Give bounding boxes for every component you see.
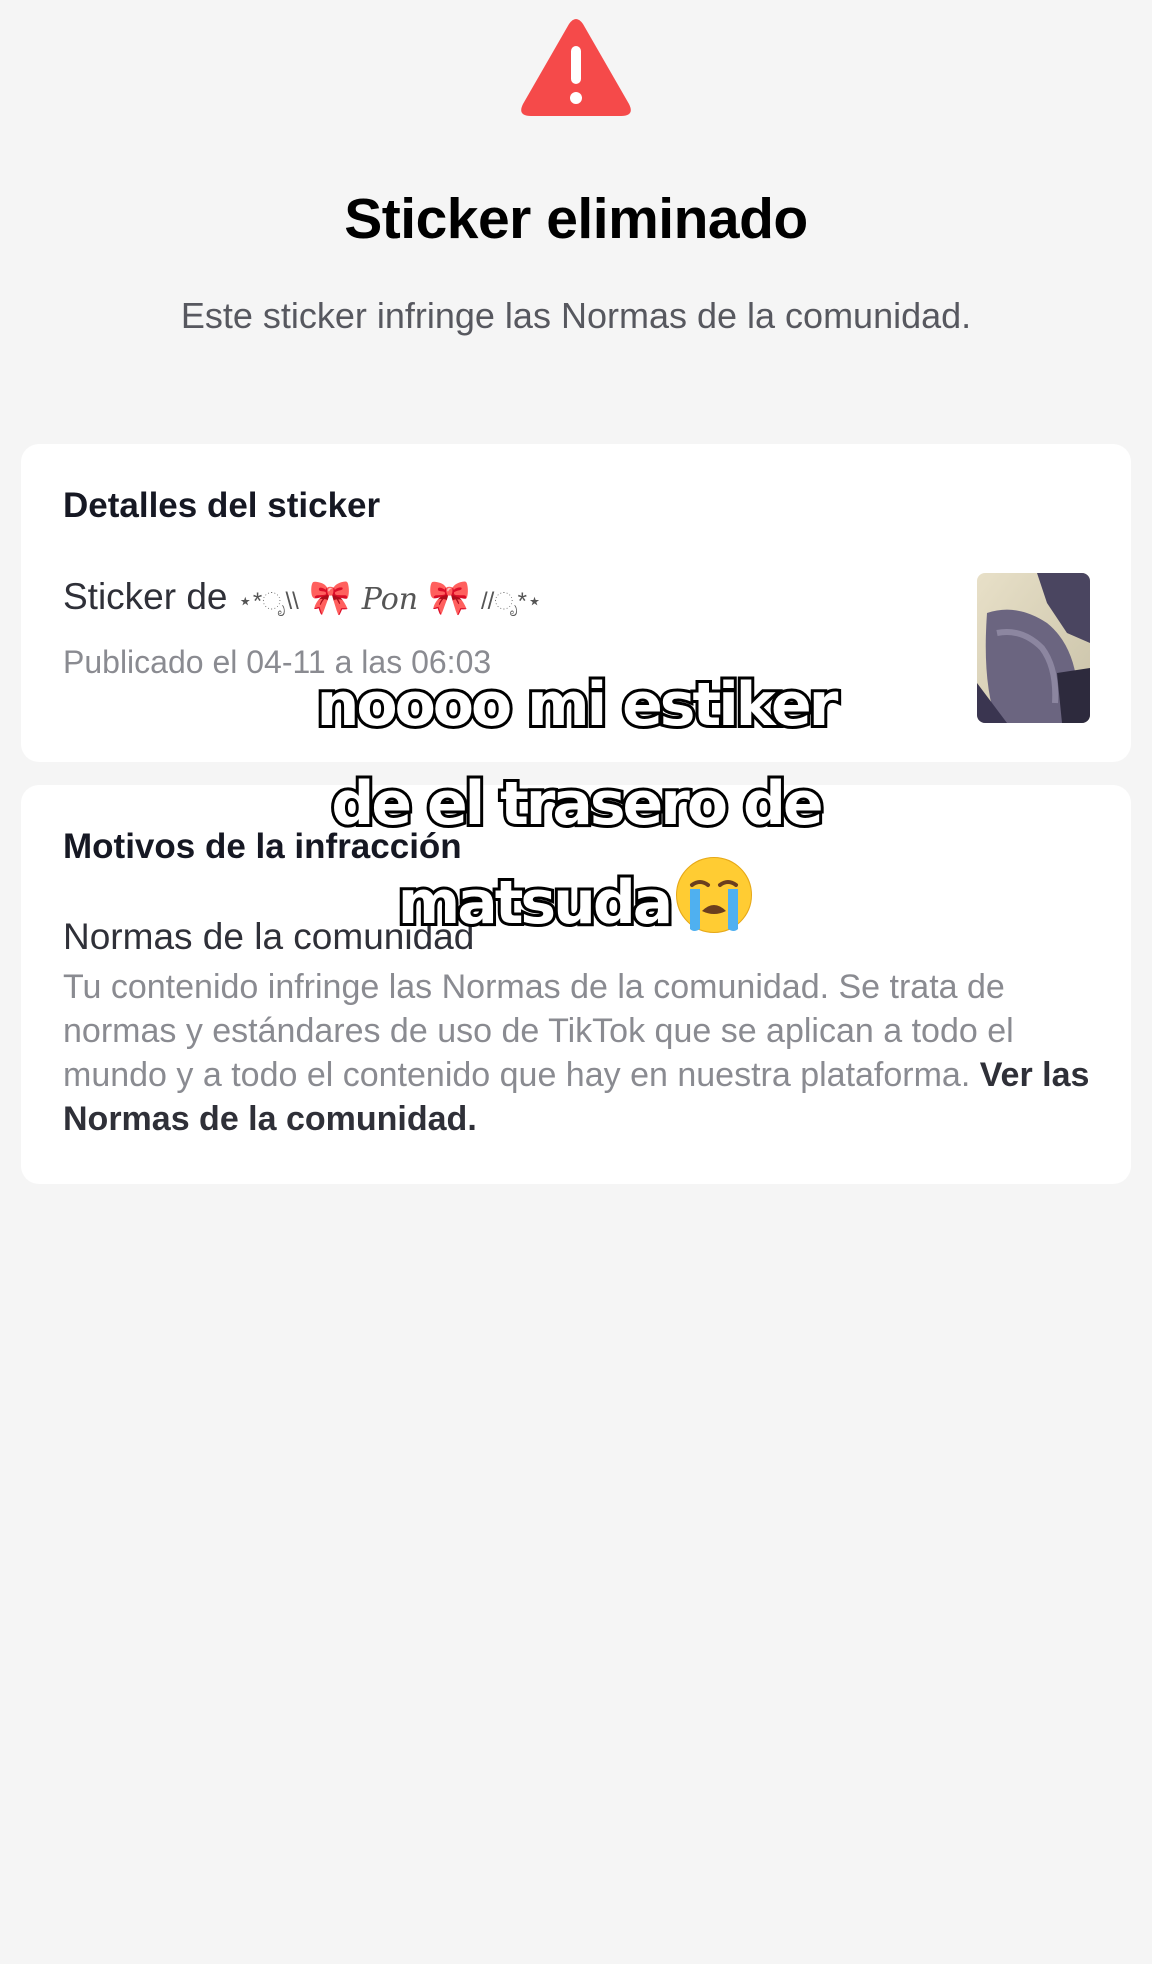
overlay-caption-line-1: noooo mi estiker (314, 667, 842, 743)
bow-icon: 🎀 (309, 579, 352, 617)
crying-face-icon (676, 857, 753, 933)
sticker-author: Sticker de ⋆*ೃ\\ 🎀 Pon 🎀 //ೃ*⋆ (63, 574, 542, 625)
overlay-caption-line-3: matsuda (395, 865, 677, 941)
violation-description: Tu contenido infringe las Normas de la c… (63, 965, 1103, 1141)
sticker-details-heading: Detalles del sticker (63, 486, 381, 525)
bow-icon-2: 🎀 (428, 579, 471, 617)
violation-description-text: Tu contenido infringe las Normas de la c… (63, 968, 1014, 1094)
sticker-author-name: Pon (361, 582, 419, 617)
sticker-author-deco-left: ⋆*ೃ\\ (237, 588, 299, 615)
overlay-caption: noooo mi estiker de el trasero de matsud… (0, 656, 1152, 953)
overlay-caption-line-2: de el trasero de (328, 766, 826, 842)
overlay-caption-line-3-wrap: matsuda (0, 854, 1152, 953)
page-title: Sticker eliminado (344, 187, 808, 251)
sticker-author-prefix: Sticker de (63, 576, 228, 617)
sticker-author-deco-right: //ೃ*⋆ (481, 588, 543, 615)
page-subtitle: Este sticker infringe las Normas de la c… (180, 295, 972, 336)
warning-triangle-icon (521, 19, 631, 116)
